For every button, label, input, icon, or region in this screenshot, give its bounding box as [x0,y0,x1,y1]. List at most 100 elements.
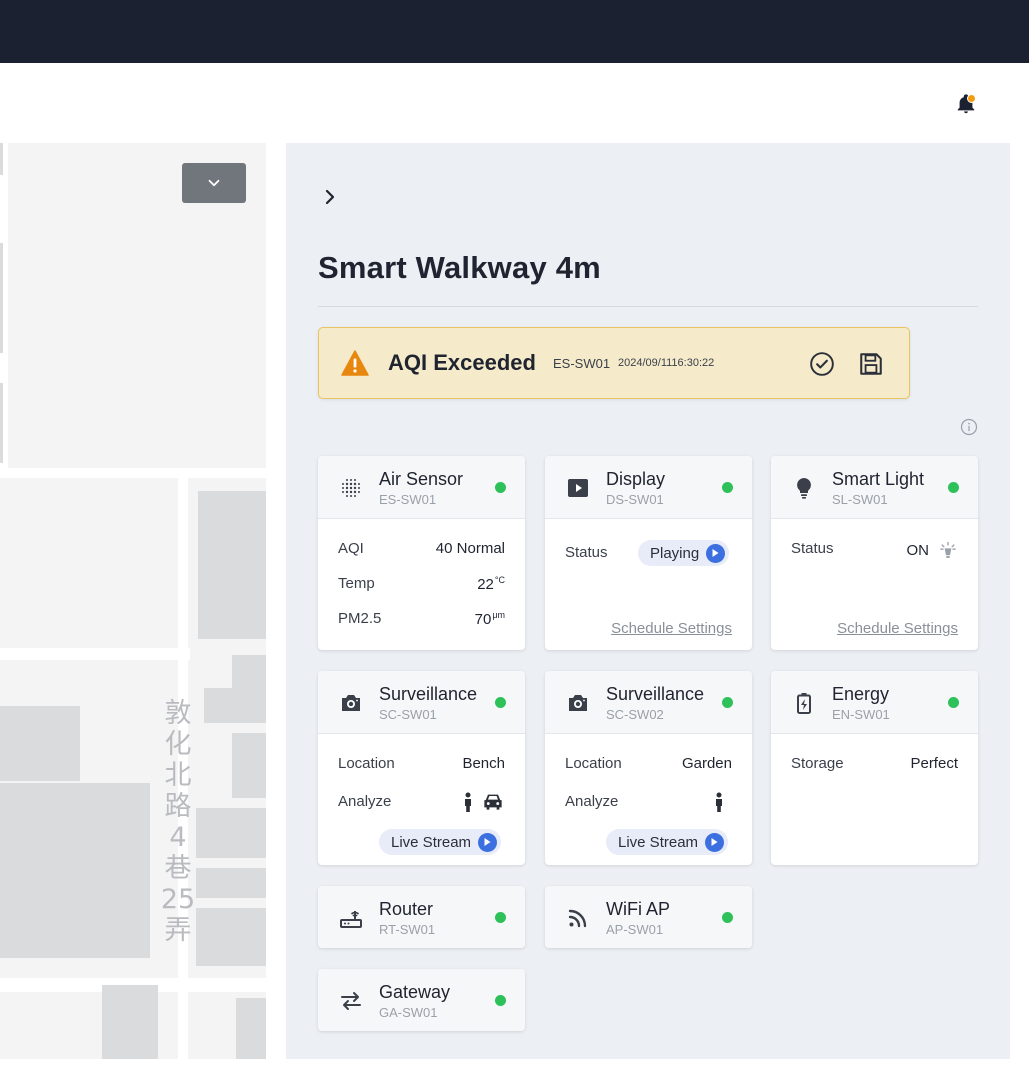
device-name: Air Sensor [379,469,464,489]
map-building [0,383,3,463]
row-value-location: Garden [681,755,732,772]
row-value-storage: Perfect [910,755,958,772]
row-label-location: Location [565,755,622,772]
row-label-storage: Storage [791,755,844,772]
row-label-analyze: Analyze [338,793,392,810]
device-card-air-sensor[interactable]: Air Sensor ES-SW01 AQI 40 Normal Temp 22… [318,456,525,650]
schedule-settings-link[interactable]: Schedule Settings [611,620,732,637]
bulb-icon [797,478,811,499]
status-indicator [722,697,733,708]
device-card-energy[interactable]: Energy EN-SW01 Storage Perfect [771,671,978,865]
status-indicator [948,482,959,493]
person-icon [716,792,722,812]
bell-icon[interactable] [955,93,977,115]
pill-label: Live Stream [391,833,472,851]
device-card-surveillance-2[interactable]: Surveillance SC-SW02 Location Garden Ana… [545,671,752,865]
person-icon [465,792,471,812]
info-icon[interactable] [960,418,978,436]
alert-title: AQI Exceeded [388,350,536,375]
device-id: SL-SW01 [832,492,888,507]
device-card-gateway[interactable]: Gateway GA-SW01 [318,969,525,1031]
device-id: RT-SW01 [379,922,436,937]
router-icon [340,911,362,928]
device-name: Gateway [379,982,451,1002]
map-building [0,706,80,781]
map-building [102,985,158,1059]
card-header: Router RT-SW01 [318,886,525,948]
battery-charging-icon [797,693,811,714]
wifi-icon [568,909,587,928]
map-road [0,468,266,478]
pill-label: Live Stream [618,833,699,851]
temp-unit: °C [494,575,505,585]
device-card-surveillance-1[interactable]: Surveillance SC-SW01 Location Bench Anal… [318,671,525,865]
camera-icon [569,695,587,711]
live-stream-button[interactable]: Live Stream [606,829,729,855]
map-building [196,868,266,898]
device-name: Surveillance [379,684,478,704]
card-header: Smart Light SL-SW01 [771,456,978,519]
card-header: WiFi AP AP-SW01 [545,886,752,948]
chevron-right-icon[interactable] [318,185,342,209]
arrows-swap-icon [341,992,361,1010]
status-indicator [495,995,506,1006]
play-icon [478,832,498,852]
device-card-smart-light[interactable]: Smart Light SL-SW01 Status ON Schedule S… [771,456,978,650]
card-header: Gateway GA-SW01 [318,969,525,1031]
status-indicator [722,912,733,923]
status-indicator [495,912,506,923]
device-name: WiFi AP [606,899,671,919]
device-id: SC-SW02 [606,707,664,722]
row-label-pm25: PM2.5 [338,610,382,627]
schedule-settings-link[interactable]: Schedule Settings [837,620,958,637]
map-building [232,733,266,798]
map-building [204,688,266,723]
status-indicator [495,697,506,708]
map-building [0,143,3,175]
temp-value: 22 [477,576,494,593]
device-card-wifi-ap[interactable]: WiFi AP AP-SW01 [545,886,752,948]
card-header: Surveillance SC-SW01 [318,671,525,734]
page-header [0,63,1029,143]
status-indicator [948,697,959,708]
display-play-icon [568,479,588,497]
sensor-grid-icon [342,479,360,497]
camera-icon [342,695,360,711]
title-divider [318,306,978,307]
map-building [236,998,266,1059]
pm25-value: 70 [474,611,492,628]
device-id: GA-SW01 [379,1005,438,1020]
save-icon[interactable] [858,351,884,377]
lamp-on-icon [940,541,956,558]
notification-badge [967,94,976,103]
device-name: Display [606,469,666,489]
row-label-status: Status [791,540,834,557]
play-icon [705,832,725,852]
check-circle-icon[interactable] [809,351,835,377]
status-indicator [722,482,733,493]
map-road [0,648,190,660]
pm25-unit: μm [492,610,505,620]
device-id: EN-SW01 [832,707,890,722]
alert-banner: AQI Exceeded ES-SW01 2024/09/1116:30:22 [318,327,910,399]
device-name: Surveillance [606,684,705,704]
map-toggle-button[interactable] [182,163,246,203]
car-icon [484,794,502,810]
device-id: DS-SW01 [606,492,664,507]
pill-label: Playing [650,544,700,562]
panel-title: Smart Walkway 4m [318,250,601,285]
device-card-router[interactable]: Router RT-SW01 [318,886,525,948]
live-stream-button[interactable]: Live Stream [379,829,502,855]
alert-timestamp: 2024/09/1116:30:22 [618,357,715,369]
device-card-display[interactable]: Display DS-SW01 Status Playing Schedule … [545,456,752,650]
row-label-location: Location [338,755,395,772]
map-view[interactable]: 敦化北路4巷25弄 [0,143,266,1059]
map-building [0,243,3,353]
chevron-down-icon [208,179,220,187]
device-name: Smart Light [832,469,925,489]
map-building [196,908,266,966]
device-id: ES-SW01 [379,492,437,507]
row-label-analyze: Analyze [565,793,619,810]
card-header: Air Sensor ES-SW01 [318,456,525,519]
playing-status-pill[interactable]: Playing [638,540,730,566]
